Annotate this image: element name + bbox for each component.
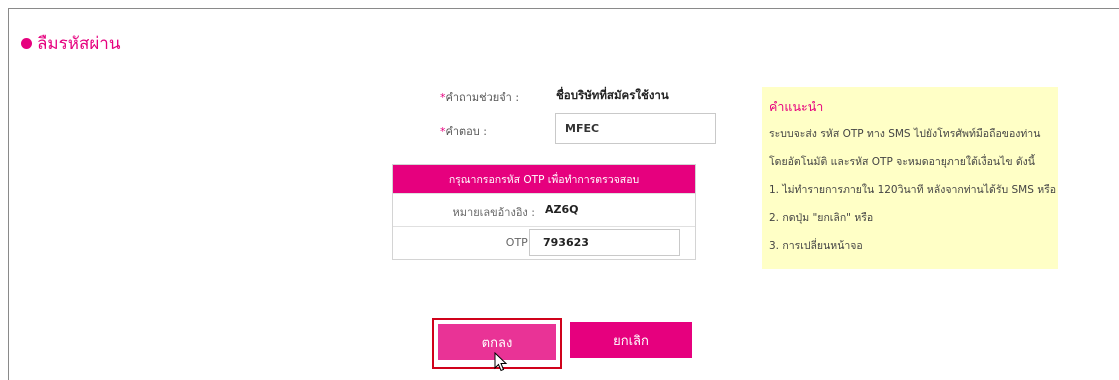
- mouse-pointer-icon: [494, 352, 508, 372]
- security-question-label: *คำถามช่วยจำ :: [440, 88, 519, 106]
- advice-line: 1. ไม่ทำรายการภายใน 120วินาที หลังจากท่า…: [769, 184, 1057, 196]
- answer-label: *คำตอบ :: [440, 122, 487, 140]
- otp-heading: กรุณากรอกรหัส OTP เพื่อทำการตรวจสอบ: [393, 165, 695, 193]
- page-title: ลืมรหัสผ่าน: [21, 30, 120, 57]
- otp-field[interactable]: 793623: [529, 229, 680, 256]
- advice-title: คำแนะนำ: [769, 99, 824, 114]
- advice-box: คำแนะนำ ระบบจะส่ง รหัส OTP ทาง SMS ไปยัง…: [762, 87, 1058, 269]
- security-question-label-text: คำถามช่วยจำ :: [445, 91, 520, 104]
- cancel-button[interactable]: ยกเลิก: [570, 322, 692, 358]
- advice-line: ระบบจะส่ง รหัส OTP ทาง SMS ไปยังโทรศัพท์…: [769, 128, 1041, 140]
- reference-row: หมายเลขอ้างอิง : AZ6Q: [393, 193, 695, 225]
- answer-label-text: คำตอบ :: [445, 125, 487, 138]
- advice-line: โดยอัตโนมัติ และรหัส OTP จะหมดอายุภายใต้…: [769, 156, 1035, 168]
- otp-row: OTP : 793623: [393, 226, 695, 258]
- bullet-icon: [21, 38, 32, 49]
- advice-line: 2. กดปุ่ม "ยกเลิก" หรือ: [769, 212, 874, 224]
- page-title-text: ลืมรหัสผ่าน: [37, 34, 121, 54]
- otp-panel: กรุณากรอกรหัส OTP เพื่อทำการตรวจสอบ หมาย…: [392, 164, 696, 260]
- answer-field[interactable]: MFEC: [555, 113, 716, 144]
- reference-value: AZ6Q: [545, 203, 579, 216]
- security-question-value: ชื่อบริษัทที่สมัครใช้งาน: [556, 88, 669, 102]
- reference-label: หมายเลขอ้างอิง :: [452, 206, 535, 219]
- advice-line: 3. การเปลี่ยนหน้าจอ: [769, 240, 863, 252]
